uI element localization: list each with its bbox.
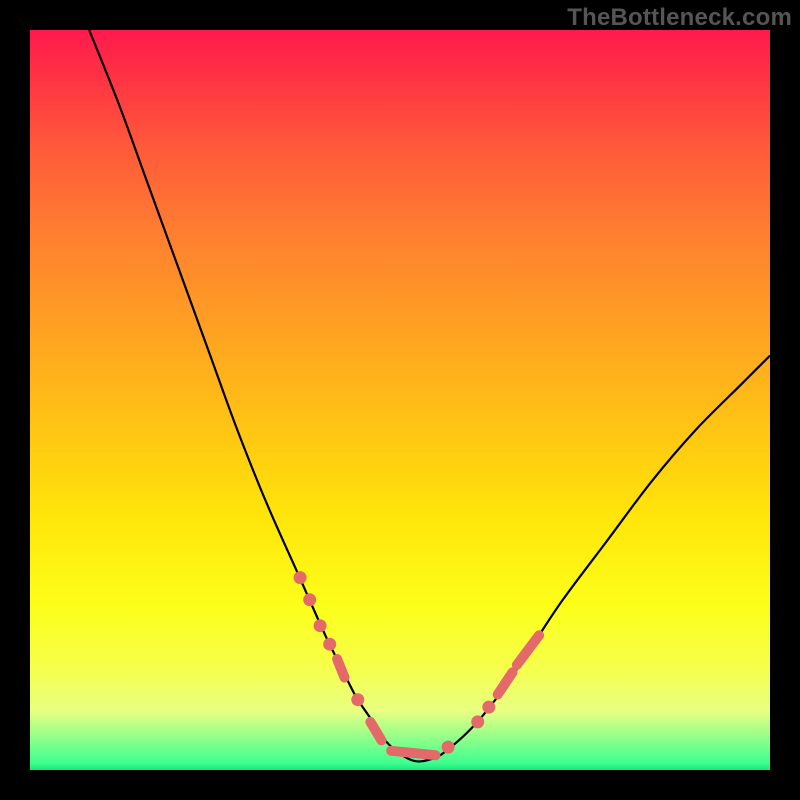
bottleneck-curve — [89, 30, 770, 762]
curve-marker-point — [482, 701, 495, 714]
curve-marker-point — [351, 693, 364, 706]
curve-marker-point — [294, 571, 307, 584]
chart-frame — [30, 30, 770, 770]
curve-marker-segment — [517, 635, 539, 665]
curve-marker-point — [471, 715, 484, 728]
watermark-text: TheBottleneck.com — [567, 4, 792, 32]
curve-marker-segment — [391, 751, 435, 755]
curve-marker-point — [442, 741, 455, 754]
curve-marker-segment — [370, 722, 381, 741]
chart-svg — [30, 30, 770, 770]
curve-marker-point — [314, 619, 327, 632]
curve-marker-segment — [498, 672, 513, 694]
curve-marker-point — [303, 593, 316, 606]
curve-markers — [294, 571, 539, 755]
curve-marker-point — [323, 638, 336, 651]
curve-marker-segment — [337, 659, 344, 678]
